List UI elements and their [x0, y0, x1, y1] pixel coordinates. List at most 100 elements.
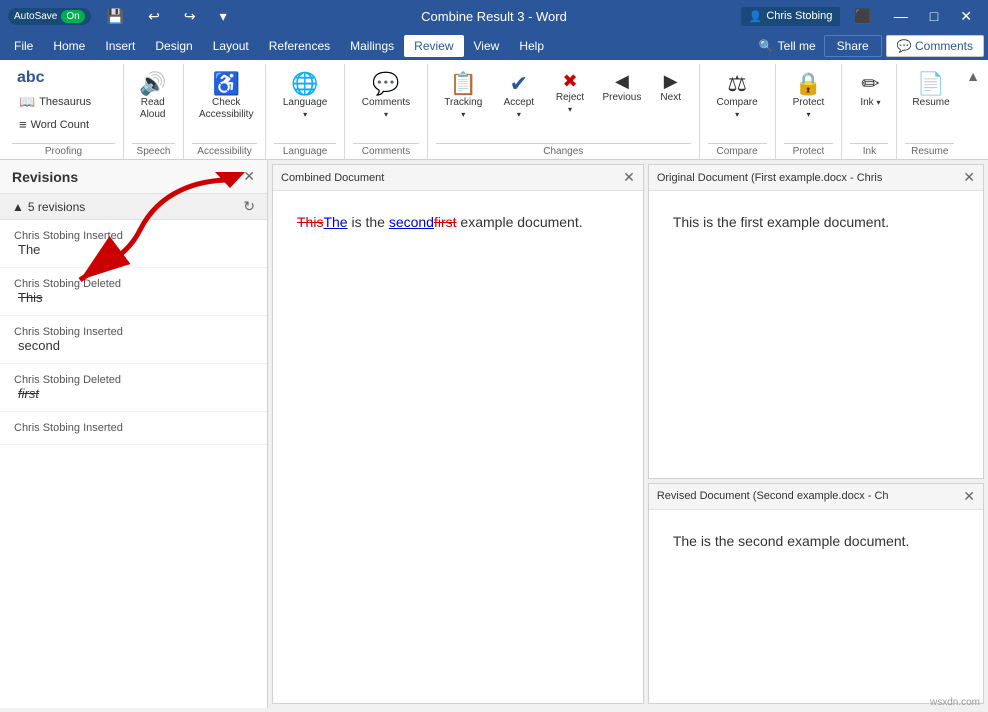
revision-action-3: second: [14, 338, 253, 353]
menu-references[interactable]: References: [259, 35, 340, 57]
revisions-expand-button[interactable]: ▼: [223, 169, 237, 185]
resume-button[interactable]: 📄 Resume: [905, 66, 956, 114]
revisions-list: Chris Stobing Inserted The Chris Stobing…: [0, 220, 267, 708]
ink-button[interactable]: ✏ Ink ▾: [850, 66, 890, 114]
comments-button[interactable]: 💬 Comments ▾: [353, 66, 419, 126]
revision-item: Chris Stobing Deleted This: [0, 268, 267, 316]
ribbon-toggle-button[interactable]: ⬛: [846, 6, 879, 27]
prev-label: Previous: [602, 92, 641, 104]
original-doc-content: This is the first example document.: [649, 191, 983, 478]
combined-doc-title: Combined Document: [281, 172, 384, 184]
resume-icon: 📄: [917, 71, 944, 97]
protect-icon: 🔒: [795, 71, 822, 97]
revision-action-4: first: [14, 386, 253, 401]
check-accessibility-button[interactable]: ♿ CheckAccessibility: [192, 66, 260, 126]
revisions-count-text: 5 revisions: [28, 200, 85, 214]
deleted-first: first: [434, 214, 457, 230]
compare-button[interactable]: ⚖ Compare ▾: [708, 66, 767, 126]
user-name: Chris Stobing: [766, 10, 832, 22]
tracking-button[interactable]: 📋 Tracking ▾: [436, 66, 491, 126]
autosave-status: On: [61, 10, 84, 23]
close-button[interactable]: ✕: [952, 6, 980, 27]
revision-author-4: Chris Stobing Deleted: [14, 374, 253, 386]
revisions-sub-header: ▲ 5 revisions ↻: [0, 194, 267, 220]
ribbon-group-comments: 💬 Comments ▾ Comments: [345, 64, 428, 159]
ribbon-group-proofing: abc 📖 Thesaurus ≡ Word Count Proofing: [4, 64, 124, 159]
title-bar-left: AutoSave On 💾 ↩ ↪ ▾: [8, 6, 235, 27]
accessibility-icon: ♿: [213, 71, 240, 97]
title-bar-title: Combine Result 3 - Word: [421, 9, 567, 24]
refresh-button[interactable]: ↻: [243, 198, 255, 215]
revision-item: Chris Stobing Deleted first: [0, 364, 267, 412]
resume-group-label: Resume: [905, 143, 954, 159]
proofing-label: Proofing: [12, 143, 115, 159]
read-aloud-button[interactable]: 🔊 ReadAloud: [132, 66, 173, 126]
accept-button[interactable]: ✔ Accept ▾: [495, 66, 543, 126]
wordcount-icon: ≡: [19, 117, 27, 132]
thesaurus-button[interactable]: 📖 Thesaurus: [12, 91, 98, 113]
maximize-button[interactable]: □: [922, 6, 946, 26]
ink-label: Ink ▾: [860, 97, 880, 109]
inserted-the: The: [323, 214, 347, 230]
menu-help[interactable]: Help: [509, 35, 554, 57]
user-icon: 👤: [749, 10, 763, 23]
menu-view[interactable]: View: [464, 35, 510, 57]
ribbon-group-ink: ✏ Ink ▾ Ink: [842, 64, 897, 159]
autosave-toggle[interactable]: AutoSave On: [8, 8, 91, 25]
reject-button[interactable]: ✖ Reject ▾: [547, 66, 593, 121]
comments-ribbon-button[interactable]: 💬 Comments: [886, 35, 984, 57]
accept-icon: ✔: [510, 71, 528, 97]
menu-design[interactable]: Design: [145, 35, 202, 57]
text-example: example document.: [457, 214, 583, 230]
original-doc-header: Original Document (First example.docx - …: [649, 165, 983, 191]
redo-button[interactable]: ↪: [176, 6, 204, 27]
revision-author-1: Chris Stobing Inserted: [14, 230, 253, 242]
original-doc-close-button[interactable]: ✕: [963, 169, 975, 186]
reject-label: Reject ▾: [554, 92, 586, 116]
spelling-grammar-button[interactable]: abc: [12, 66, 98, 90]
menu-file[interactable]: File: [4, 35, 43, 57]
right-panels: Original Document (First example.docx - …: [648, 164, 984, 704]
compare-group-label: Compare: [708, 143, 767, 159]
undo-button[interactable]: ↩: [140, 6, 168, 27]
revised-doc-close-button[interactable]: ✕: [963, 488, 975, 505]
protect-button[interactable]: 🔒 Protect ▾: [784, 66, 834, 126]
user-info[interactable]: 👤 Chris Stobing: [741, 7, 841, 26]
menu-review[interactable]: Review: [404, 35, 463, 57]
revised-doc-content: The is the second example document.: [649, 510, 983, 703]
language-icon: 🌐: [291, 71, 318, 97]
next-change-button[interactable]: ▶ Next: [651, 66, 691, 109]
thesaurus-label: Thesaurus: [39, 96, 91, 108]
ribbon-group-accessibility: ♿ CheckAccessibility Accessibility: [184, 64, 266, 159]
language-button[interactable]: 🌐 Language ▾: [274, 66, 336, 126]
revisions-close-button[interactable]: ✕: [243, 168, 255, 185]
menu-layout[interactable]: Layout: [203, 35, 259, 57]
word-count-button[interactable]: ≡ Word Count: [12, 114, 98, 135]
revised-doc-title: Revised Document (Second example.docx - …: [657, 490, 889, 502]
combined-doc-close-button[interactable]: ✕: [623, 169, 635, 186]
watermark: wsxdn.com: [930, 697, 980, 708]
compare-label: Compare ▾: [715, 97, 760, 121]
ribbon-group-protect: 🔒 Protect ▾ Protect: [776, 64, 843, 159]
ink-group-label: Ink: [850, 143, 888, 159]
read-aloud-label: ReadAloud: [140, 97, 166, 121]
menu-home[interactable]: Home: [43, 35, 95, 57]
share-button[interactable]: Share: [824, 35, 882, 57]
menu-insert[interactable]: Insert: [95, 35, 145, 57]
ribbon-collapse-button[interactable]: ▲: [966, 68, 980, 84]
menu-bar: File Home Insert Design Layout Reference…: [0, 32, 988, 60]
save-button[interactable]: 💾: [99, 6, 132, 27]
revisions-title: Revisions: [12, 169, 78, 185]
tell-me-label[interactable]: Tell me: [778, 39, 816, 53]
wordcount-label: Word Count: [31, 119, 90, 131]
minimize-button[interactable]: —: [886, 6, 916, 26]
compare-icon: ⚖: [727, 71, 747, 97]
menu-mailings[interactable]: Mailings: [340, 35, 404, 57]
revisions-header: Revisions ▼ ✕: [0, 160, 267, 194]
prev-change-button[interactable]: ◀ Previous: [597, 66, 647, 109]
customize-button[interactable]: ▾: [212, 6, 235, 27]
revisions-header-actions: ▼ ✕: [223, 168, 255, 185]
ink-icon: ✏: [861, 71, 879, 97]
revision-author-2: Chris Stobing Deleted: [14, 278, 253, 290]
autosave-label: AutoSave: [14, 11, 57, 22]
